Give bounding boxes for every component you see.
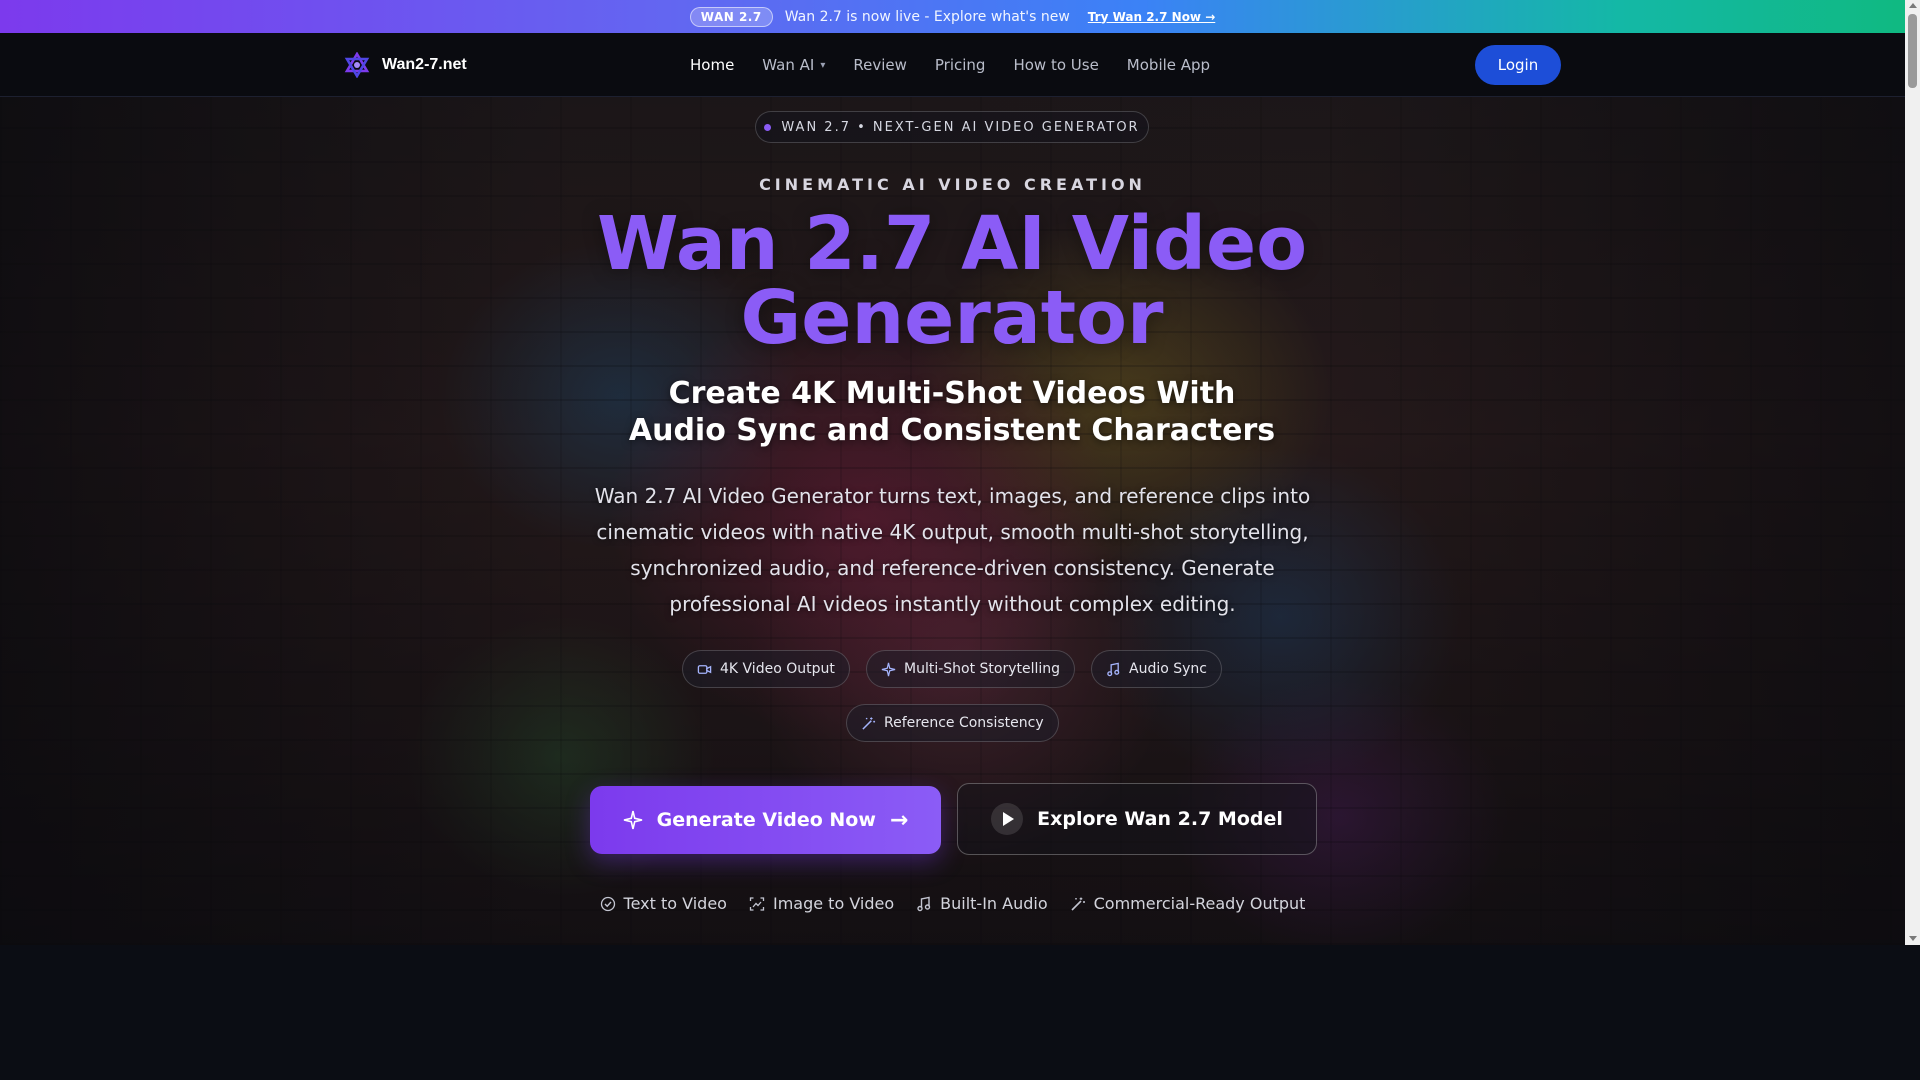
feature-list: Text to Video Image to Video Built-In Au… (0, 894, 1905, 913)
hero-title: Wan 2.7 AI Video Generator (560, 207, 1344, 355)
music-note-icon (1107, 662, 1120, 676)
nav-item-how-to-use[interactable]: How to Use (1013, 56, 1098, 74)
feature-chip-audio-sync[interactable]: Audio Sync (1091, 650, 1222, 688)
announcement-cta-link[interactable]: Try Wan 2.7 Now → (1088, 10, 1215, 24)
magic-wand-icon (862, 716, 876, 730)
nav-item-mobile-app[interactable]: Mobile App (1127, 56, 1210, 74)
hero-section: WAN 2.7 • NEXT-GEN AI VIDEO GENERATOR CI… (0, 97, 1905, 945)
hero-title-line-2: Generator (740, 275, 1164, 361)
hero-eyebrow: CINEMATIC AI VIDEO CREATION (759, 175, 1146, 194)
feature-chip-label: Multi-Shot Storytelling (904, 661, 1061, 677)
nav-item-label: Home (690, 56, 735, 74)
nav-item-label: How to Use (1013, 56, 1099, 74)
hero-pill-badge: WAN 2.7 • NEXT-GEN AI VIDEO GENERATOR (755, 111, 1149, 143)
announcement-badge: WAN 2.7 (689, 6, 773, 27)
nav-item-review[interactable]: Review (853, 56, 907, 74)
dot-icon (764, 123, 772, 131)
explore-model-label: Explore Wan 2.7 Model (1037, 808, 1283, 830)
feature-item-label: Commercial-Ready Output (1093, 894, 1306, 913)
feature-chip-multi-shot[interactable]: Multi-Shot Storytelling (866, 650, 1076, 688)
top-navbar: Wan2-7.net Home Wan AI ▾ Review Pricing H… (0, 33, 1905, 97)
sparkle-icon (623, 810, 642, 830)
video-camera-icon (697, 664, 712, 674)
scroll-down-arrow-icon[interactable] (1909, 936, 1917, 941)
generate-video-button[interactable]: Generate Video Now → (590, 786, 941, 854)
nav-item-label: Wan AI (762, 56, 815, 74)
nav-item-label: Pricing (934, 56, 986, 74)
announcement-bar: WAN 2.7 Wan 2.7 is now live - Explore wh… (0, 0, 1905, 33)
logo[interactable]: Wan2-7.net (344, 52, 467, 78)
arrow-right-icon: → (889, 807, 909, 833)
feature-chip-label: Audio Sync (1129, 661, 1207, 677)
hero-subtitle: Create 4K Multi-Shot Videos With Audio S… (560, 375, 1344, 449)
feature-item-label: Image to Video (772, 894, 895, 913)
page: WAN 2.7 Wan 2.7 is now live - Explore wh… (0, 0, 1920, 1080)
nav-item-label: Mobile App (1126, 56, 1211, 74)
play-icon (991, 803, 1024, 835)
hero-pill-text: WAN 2.7 • NEXT-GEN AI VIDEO GENERATOR (781, 119, 1140, 135)
feature-item: Text to Video (600, 894, 727, 913)
nav-item-home[interactable]: Home (690, 56, 734, 74)
nav-item-label: Review (853, 56, 907, 74)
nav-item-wan-ai[interactable]: Wan AI ▾ (762, 56, 825, 74)
hero-description: Wan 2.7 AI Video Generator turns text, i… (594, 484, 1311, 616)
feature-item-label: Text to Video (623, 894, 727, 913)
scrollbar-thumb[interactable] (1908, 14, 1917, 88)
explore-model-button[interactable]: Explore Wan 2.7 Model (957, 783, 1317, 855)
image-scan-icon (749, 896, 765, 911)
feature-chip-reference-consistency[interactable]: Reference Consistency (846, 704, 1059, 742)
feature-chip-4k[interactable]: 4K Video Output (682, 650, 850, 688)
hero-subtitle-line-2: Audio Sync and Consistent Characters (628, 413, 1276, 448)
feature-item: Built-In Audio (916, 894, 1048, 913)
generate-video-label: Generate Video Now (656, 809, 876, 831)
nav-item-pricing[interactable]: Pricing (935, 56, 986, 74)
feature-chip-label: Reference Consistency (884, 715, 1044, 731)
hero-title-line-1: Wan 2.7 AI Video (596, 201, 1308, 287)
feature-item: Commercial-Ready Output (1070, 894, 1306, 913)
feature-item-label: Built-In Audio (940, 894, 1048, 913)
logo-icon (344, 52, 370, 78)
music-note-icon (917, 896, 931, 911)
feature-item: Image to Video (749, 894, 894, 913)
check-circle-icon (600, 896, 615, 911)
sparkle-icon (881, 662, 896, 676)
feature-chip-label: 4K Video Output (720, 661, 835, 677)
nav-menu: Home Wan AI ▾ Review Pricing How to Use M… (690, 33, 1210, 97)
logo-text: Wan2-7.net (382, 56, 467, 73)
scroll-up-arrow-icon[interactable] (1909, 3, 1917, 8)
page-scrollbar[interactable] (1905, 0, 1920, 945)
below-fold-section (0, 945, 1920, 1080)
chevron-down-icon: ▾ (820, 59, 826, 71)
magic-wand-icon (1071, 897, 1085, 911)
login-button[interactable]: Login (1475, 45, 1561, 85)
hero-subtitle-line-1: Create 4K Multi-Shot Videos With (668, 376, 1236, 411)
announcement-text: Wan 2.7 is now live - Explore what's new (784, 8, 1070, 25)
